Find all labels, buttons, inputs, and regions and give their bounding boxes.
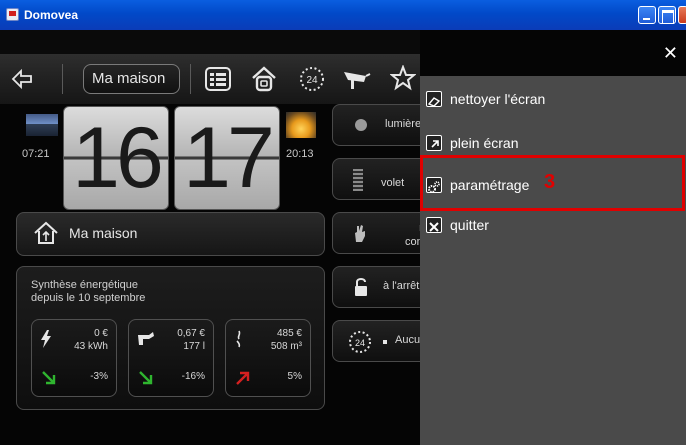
scenario-button[interactable]: r con [332,212,432,254]
maximize-button[interactable] [658,6,676,24]
trend-down-arrow-icon [42,370,56,389]
menu-item-clean-screen[interactable]: nettoyer l'écran [426,88,545,112]
options-menu-panel: ✕ nettoyer l'écran plein écran paramétra… [420,30,686,445]
menu-item-quit[interactable]: quitter [426,214,489,238]
light-label: lumière [385,118,422,130]
alarm-label: à l'arrêt [383,280,420,292]
electricity-icon [40,330,52,352]
gas-amount: 508 m³ [270,341,302,352]
clock-hours-value: 16 [72,110,164,206]
schedule-24h-small-icon: 24 [347,329,373,359]
back-arrow-icon[interactable] [10,67,34,91]
gas-flame-icon [234,330,244,352]
dashboard-icon[interactable] [205,67,231,95]
energy-summary-panel[interactable]: Synthèse énergétique depuis le 10 septem… [16,266,325,410]
house-select[interactable]: Ma maison [83,64,180,94]
close-window-button[interactable] [678,6,686,24]
menu-item-label: nettoyer l'écran [450,91,546,107]
menu-item-label: plein écran [450,135,519,151]
electricity-card[interactable]: 0 € 43 kWh -3% [31,319,117,397]
menu-header: ✕ [420,30,686,76]
gas-card[interactable]: 485 € 508 m³ 5% [225,319,311,397]
fullscreen-icon [426,135,442,151]
house-icon [33,221,59,249]
light-button[interactable]: lumière [332,104,432,146]
padlock-icon [353,277,369,301]
energy-title: Synthèse énergétique depuis le 10 septem… [31,279,211,305]
clock-minutes-value: 17 [183,110,275,206]
quit-icon [426,217,442,233]
minimize-button[interactable] [638,6,656,24]
schedule-button[interactable]: 24 Aucun [332,320,432,362]
water-card[interactable]: 0,67 € 177 l -16% [128,319,214,397]
hand-icon [353,223,367,247]
house-panel-label: Ma maison [69,225,138,241]
shutter-button[interactable]: volet [332,158,432,200]
electricity-amount: 43 kWh [74,341,108,352]
favorites-star-icon[interactable] [389,64,417,95]
schedule-24h-icon[interactable]: 24 [297,64,327,98]
svg-text:24: 24 [355,338,365,348]
clock-hours: 16 [63,106,169,210]
light-indicator-icon [355,119,367,131]
clean-screen-icon [426,91,442,107]
alarm-button[interactable]: à l'arrêt [332,266,432,308]
water-tap-icon [137,330,155,350]
electricity-cost: 0 € [94,328,108,339]
sunset-weather-icon [286,112,316,138]
sunrise-weather-icon [26,114,58,136]
house-panel[interactable]: Ma maison [16,212,325,256]
app-icon [6,8,19,21]
camera-icon[interactable] [342,68,372,94]
home-icon[interactable] [250,65,278,97]
trend-down-arrow-icon [139,370,153,389]
shutter-label: volet [381,177,405,189]
energy-subtitle-line: depuis le 10 septembre [31,292,146,304]
gas-change: 5% [287,371,302,382]
water-cost: 0,67 € [177,328,205,339]
gas-cost: 485 € [276,328,302,339]
sunset-time: 20:13 [286,148,314,160]
trend-up-arrow-icon [236,370,250,389]
bullet-dot [383,340,387,344]
water-amount: 177 l [183,341,205,352]
electricity-change: -3% [90,371,108,382]
svg-text:24: 24 [306,75,318,86]
sunrise-time: 07:21 [22,148,50,160]
menu-item-label: quitter [450,217,489,233]
energy-title-line: Synthèse énergétique [31,279,139,291]
menu-item-fullscreen[interactable]: plein écran [426,132,519,156]
toolbar: Ma maison 24 [0,54,420,104]
shutter-icon [353,169,363,191]
title-bar: Domovea [0,0,686,30]
clock-minutes: 17 [174,106,280,210]
close-menu-icon[interactable]: ✕ [663,45,678,63]
water-change: -16% [181,371,205,382]
window-title: Domovea [24,8,79,22]
step-number-annotation: 3 [544,171,556,193]
